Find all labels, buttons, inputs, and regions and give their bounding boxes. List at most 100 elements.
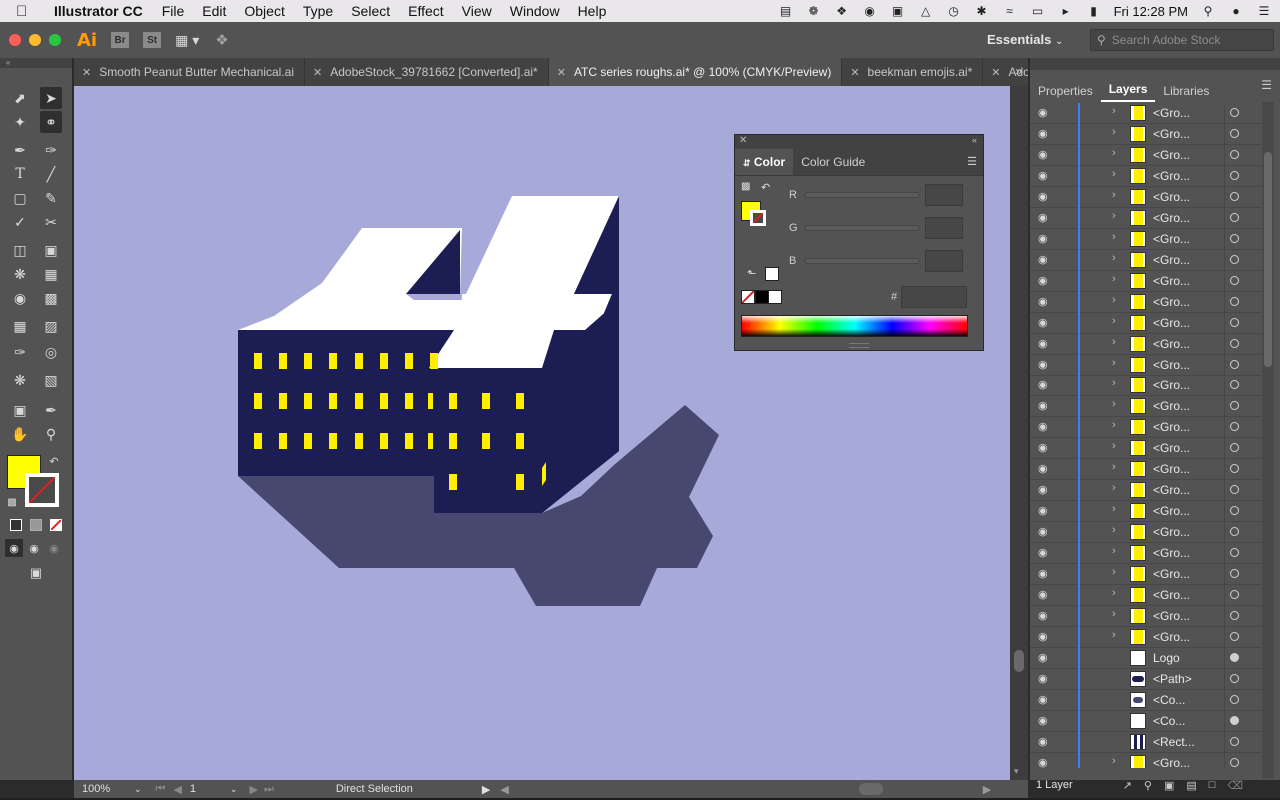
layer-name[interactable]: <Gro... [1153,190,1190,204]
visibility-eye-icon[interactable]: ◉ [1038,316,1048,329]
layer-name[interactable]: <Gro... [1153,211,1190,225]
color-panel-menu-icon[interactable]: ☰ [967,155,977,168]
visibility-eye-icon[interactable]: ◉ [1038,337,1048,350]
visibility-eye-icon[interactable]: ◉ [1038,378,1048,391]
tab-atc-series-roughs[interactable]: ✕ ATC series roughs.ai* @ 100% (CMYK/Prev… [548,58,843,86]
layer-row[interactable]: ◉ › <Gro... [1030,354,1262,376]
none-mode-button[interactable] [50,519,62,531]
visibility-eye-icon[interactable]: ◉ [1038,148,1048,161]
target-circle-icon[interactable] [1230,233,1239,243]
tabs-overflow-icon[interactable]: » [1015,64,1022,78]
visibility-eye-icon[interactable]: ◉ [1038,211,1048,224]
none-swatch[interactable] [741,290,755,304]
expand-chevron-icon[interactable]: › [1112,105,1116,117]
apple-icon[interactable]:  [16,3,40,20]
creative-cloud-icon[interactable]: ◉ [862,4,878,18]
close-tab-icon[interactable]: ✕ [557,66,566,79]
perspective-grid-tool-icon[interactable]: ▩ [40,287,62,309]
layer-name[interactable]: Logo [1153,651,1180,665]
collapse-panel-icon[interactable]: « [972,135,977,145]
channel-r-slider[interactable] [805,192,919,198]
target-circle-icon[interactable] [1230,569,1239,579]
layer-name[interactable]: <Gro... [1153,232,1190,246]
draw-normal-icon[interactable]: ◉ [5,539,23,557]
target-circle-icon[interactable] [1230,275,1239,285]
stock-search-field[interactable]: ⚲ Search Adobe Stock [1090,29,1274,51]
layer-name[interactable]: <Gro... [1153,483,1190,497]
layer-row[interactable]: ◉ › <Gro... [1030,438,1262,460]
app-menu[interactable]: Illustrator CC [54,3,143,19]
layer-name[interactable]: <Gro... [1153,630,1190,644]
layers-scrollbar[interactable] [1262,102,1274,778]
collapse-tools-icon[interactable]: « [0,58,72,68]
layer-name[interactable]: <Gro... [1153,295,1190,309]
bridge-button[interactable]: Br [111,32,130,48]
visibility-eye-icon[interactable]: ◉ [1038,651,1048,664]
target-circle-icon[interactable] [1230,736,1239,746]
white-swatch[interactable] [768,290,782,304]
expand-chevron-icon[interactable]: › [1112,231,1116,243]
layer-name[interactable]: <Gro... [1153,274,1190,288]
new-layer-icon[interactable]: □ [1209,779,1216,791]
screen-mode-icon[interactable]: ▣ [25,563,47,583]
scroll-down-icon[interactable]: ▾ [1014,766,1019,777]
target-circle-icon[interactable] [1230,380,1239,390]
target-circle-icon[interactable] [1230,757,1239,767]
expand-chevron-icon[interactable]: › [1112,440,1116,452]
warp-tool-icon[interactable]: ❋ [9,263,31,285]
tab-color[interactable]: ⇵ Color [735,149,794,175]
artboard-tool-icon[interactable]: ▣ [9,399,31,421]
channel-g-slider[interactable] [805,225,919,231]
tab-layers[interactable]: Layers [1100,78,1156,102]
layer-name[interactable]: <Gro... [1153,106,1190,120]
tab-color-guide[interactable]: Color Guide [793,149,873,175]
bluetooth-icon[interactable]: ✱ [974,4,990,18]
battery-icon[interactable]: ▮ [1086,4,1102,18]
layer-row[interactable]: ◉ Logo [1030,647,1262,669]
scroll-thumb[interactable] [1014,650,1024,672]
target-circle-icon[interactable] [1230,191,1239,201]
close-tab-icon[interactable]: ✕ [850,66,859,79]
layer-name[interactable]: <Gro... [1153,337,1190,351]
tab-adobestock[interactable]: ✕ AdobeStock_39781662 [Converted].ai* [305,58,549,86]
notification-center-icon[interactable]: ☰ [1256,4,1272,18]
reflect-tool-icon[interactable]: ◫ [9,239,31,261]
close-tab-icon[interactable]: ✕ [991,66,1000,79]
layer-name[interactable]: <Gro... [1153,567,1190,581]
layer-row[interactable]: ◉ › <Gro... [1030,103,1262,124]
magic-wand-tool-icon[interactable]: ✦ [9,111,31,133]
gpu-performance-icon[interactable]: ❖ [215,31,228,49]
visibility-eye-icon[interactable]: ◉ [1038,399,1048,412]
expand-chevron-icon[interactable]: › [1112,252,1116,264]
menu-file[interactable]: File [162,3,185,19]
blend-tool-icon[interactable]: ◎ [40,341,62,363]
target-circle-icon[interactable] [1230,338,1239,348]
target-circle-icon[interactable] [1230,296,1239,306]
expand-chevron-icon[interactable]: › [1112,524,1116,536]
visibility-eye-icon[interactable]: ◉ [1038,190,1048,203]
out-of-gamut-icon[interactable]: ⬑ [747,267,756,280]
expand-chevron-icon[interactable]: › [1112,168,1116,180]
target-circle-icon[interactable] [1230,673,1239,683]
visibility-eye-icon[interactable]: ◉ [1038,420,1048,433]
layer-name[interactable]: <Gro... [1153,462,1190,476]
expand-chevron-icon[interactable]: › [1112,398,1116,410]
visibility-eye-icon[interactable]: ◉ [1038,756,1048,768]
visibility-eye-icon[interactable]: ◉ [1038,546,1048,559]
black-swatch[interactable] [755,290,769,304]
delete-layer-icon[interactable]: ⌫ [1227,779,1243,792]
slice-tool-icon[interactable]: ✒ [40,399,62,421]
visibility-eye-icon[interactable]: ◉ [1038,588,1048,601]
visibility-eye-icon[interactable]: ◉ [1038,630,1048,643]
scroll-right-icon[interactable]: ▶ [983,783,991,796]
volume-icon[interactable]: ▸ [1058,4,1074,18]
menu-effect[interactable]: Effect [408,3,444,19]
layer-row[interactable]: ◉ › <Gro... [1030,522,1262,544]
layer-row[interactable]: ◉ › <Gro... [1030,312,1262,334]
visibility-eye-icon[interactable]: ◉ [1038,295,1048,308]
draw-behind-icon[interactable]: ◉ [25,539,43,557]
display-icon[interactable]: ▣ [890,4,906,18]
visibility-eye-icon[interactable]: ◉ [1038,714,1048,727]
expand-chevron-icon[interactable]: › [1112,357,1116,369]
visibility-eye-icon[interactable]: ◉ [1038,693,1048,706]
